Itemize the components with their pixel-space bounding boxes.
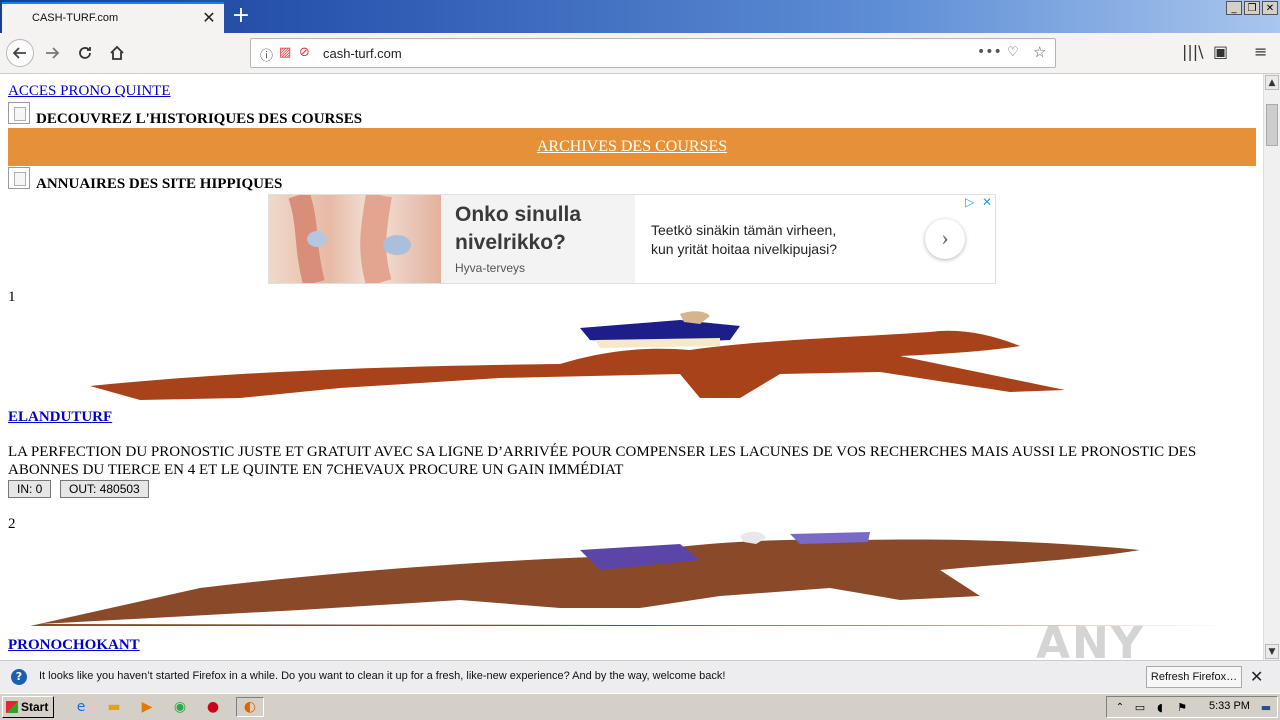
pocket-icon[interactable]: ♡: [1007, 45, 1019, 60]
window-controls: _ ❐ ✕: [1226, 1, 1278, 15]
reload-icon: [79, 47, 91, 59]
ad-body-text[interactable]: Teetkö sinäkin tämän virheen, kun yrität…: [651, 221, 861, 259]
restore-button[interactable]: ❐: [1244, 1, 1260, 15]
in-counter[interactable]: IN: 0: [8, 480, 52, 498]
tray-expand-icon[interactable]: ⌃: [1111, 699, 1129, 717]
notification-close-icon[interactable]: ✕: [1250, 667, 1263, 686]
listing-rank: 1: [8, 289, 16, 305]
bookmark-star-icon[interactable]: ☆: [1033, 43, 1046, 61]
forward-button[interactable]: [40, 41, 64, 65]
out-counter[interactable]: OUT: 480503: [60, 480, 149, 498]
racehorse-banner-icon[interactable]: [80, 310, 1080, 406]
arrow-left-icon: [12, 47, 26, 59]
info-icon[interactable]: ⓘ: [260, 45, 273, 64]
scroll-thumb[interactable]: [1266, 104, 1278, 146]
action-center-flag-icon[interactable]: ⚑: [1173, 699, 1191, 717]
directory-heading: ANNUAIRES DES SITE HIPPIQUES: [36, 176, 283, 192]
listing-name-link[interactable]: PRONOCHOKANT: [8, 637, 140, 654]
start-button[interactable]: Start: [2, 696, 54, 718]
tab-close-icon[interactable]: ✕: [200, 9, 218, 27]
back-button[interactable]: [6, 39, 34, 67]
reload-button[interactable]: [73, 41, 97, 65]
scroll-up-icon[interactable]: ▲: [1265, 75, 1279, 90]
home-icon: [110, 45, 124, 60]
network-icon[interactable]: ▭: [1131, 699, 1149, 717]
taskbar: Start e ▬ ▶ ◉ ● ◐ ⌃ ▭ ◖ ⚑ ▬ 5:33 PM: [0, 693, 1280, 720]
minimize-button[interactable]: _: [1226, 1, 1242, 15]
broken-image-icon: [8, 167, 30, 189]
ad-knee-image[interactable]: [269, 191, 441, 287]
notification-text: It looks like you haven’t started Firefo…: [39, 670, 726, 682]
chrome-icon[interactable]: ◉: [171, 698, 189, 716]
library-icon[interactable]: |||\: [1182, 42, 1204, 61]
home-button[interactable]: [105, 41, 129, 65]
browser-tab[interactable]: CASH-TURF.com ✕: [2, 2, 224, 33]
title-bar: CASH-TURF.com ✕ + _ ❐ ✕: [0, 0, 1280, 33]
sidebar-icon[interactable]: ▣: [1213, 42, 1228, 61]
page-content: ACCES PRONO QUINTE DECOUVREZ L'HISTORIQU…: [0, 74, 1263, 660]
notification-bar: ? It looks like you haven’t started Fire…: [0, 660, 1280, 693]
anyrun-watermark: ANY RUN: [1036, 618, 1145, 660]
new-tab-button[interactable]: +: [230, 4, 252, 28]
menu-icon[interactable]: ≡: [1254, 42, 1267, 61]
address-bar[interactable]: ⓘ ▨ ⊘ cash-turf.com ••• ♡ ☆: [250, 38, 1056, 68]
tab-title: CASH-TURF.com: [32, 12, 119, 24]
clock[interactable]: 5:33 PM: [1209, 700, 1250, 712]
folder-icon[interactable]: ▬: [105, 698, 123, 716]
knee-illustration-icon: [288, 191, 411, 287]
help-icon: ?: [11, 669, 27, 685]
racehorse-banner-icon[interactable]: [0, 530, 1240, 632]
start-label: Start: [21, 700, 49, 714]
arrow-right-icon: [46, 47, 60, 59]
scroll-down-icon[interactable]: ▼: [1265, 644, 1279, 659]
show-desktop-icon[interactable]: ▬: [1257, 699, 1275, 717]
close-window-button[interactable]: ✕: [1262, 1, 1278, 15]
ad-headline[interactable]: Onko sinulla nivelrikko?: [455, 201, 615, 257]
opera-icon[interactable]: ●: [204, 698, 222, 716]
firefox-taskbar-button[interactable]: ◐: [236, 697, 264, 717]
volume-icon[interactable]: ◖: [1151, 699, 1169, 717]
system-tray: ⌃ ▭ ◖ ⚑ ▬: [1106, 696, 1278, 718]
adchoices-icon[interactable]: ▷: [965, 195, 974, 210]
refresh-firefox-button[interactable]: Refresh Firefox…: [1146, 666, 1242, 688]
media-player-icon[interactable]: ▶: [138, 698, 156, 716]
tracking-icon[interactable]: ▨: [279, 45, 291, 60]
ad-source: Hyva-terveys: [455, 261, 526, 275]
archives-link[interactable]: ARCHIVES DES COURSES: [537, 138, 727, 155]
url-text[interactable]: cash-turf.com: [323, 46, 402, 61]
history-heading: DECOUVREZ L'HISTORIQUES DES COURSES: [36, 111, 363, 127]
nav-toolbar: ⓘ ▨ ⊘ cash-turf.com ••• ♡ ☆ |||\ ▣ ≡: [0, 33, 1280, 74]
insecure-icon[interactable]: ⊘: [299, 45, 310, 60]
ad-next-button[interactable]: ›: [925, 219, 965, 259]
page-scrollbar[interactable]: ▲ ▼: [1263, 74, 1280, 660]
ad-banner[interactable]: Onko sinulla nivelrikko? Hyva-terveys Te…: [268, 191, 996, 287]
windows-logo-icon: [6, 701, 18, 713]
page-actions-icon[interactable]: •••: [977, 44, 1002, 60]
ad-close-icon[interactable]: ✕: [982, 195, 992, 210]
listing-name-link[interactable]: ELANDUTURF: [8, 409, 112, 426]
ad-headline-panel[interactable]: Onko sinulla nivelrikko? Hyva-terveys: [441, 195, 635, 283]
archives-banner: ARCHIVES DES COURSES: [8, 128, 1256, 166]
broken-image-icon: [8, 102, 30, 124]
ie-icon[interactable]: e: [72, 698, 90, 716]
listing-description: LA PERFECTION DU PRONOSTIC JUSTE ET GRAT…: [8, 444, 1197, 478]
acces-prono-link[interactable]: ACCES PRONO QUINTE: [8, 83, 171, 100]
